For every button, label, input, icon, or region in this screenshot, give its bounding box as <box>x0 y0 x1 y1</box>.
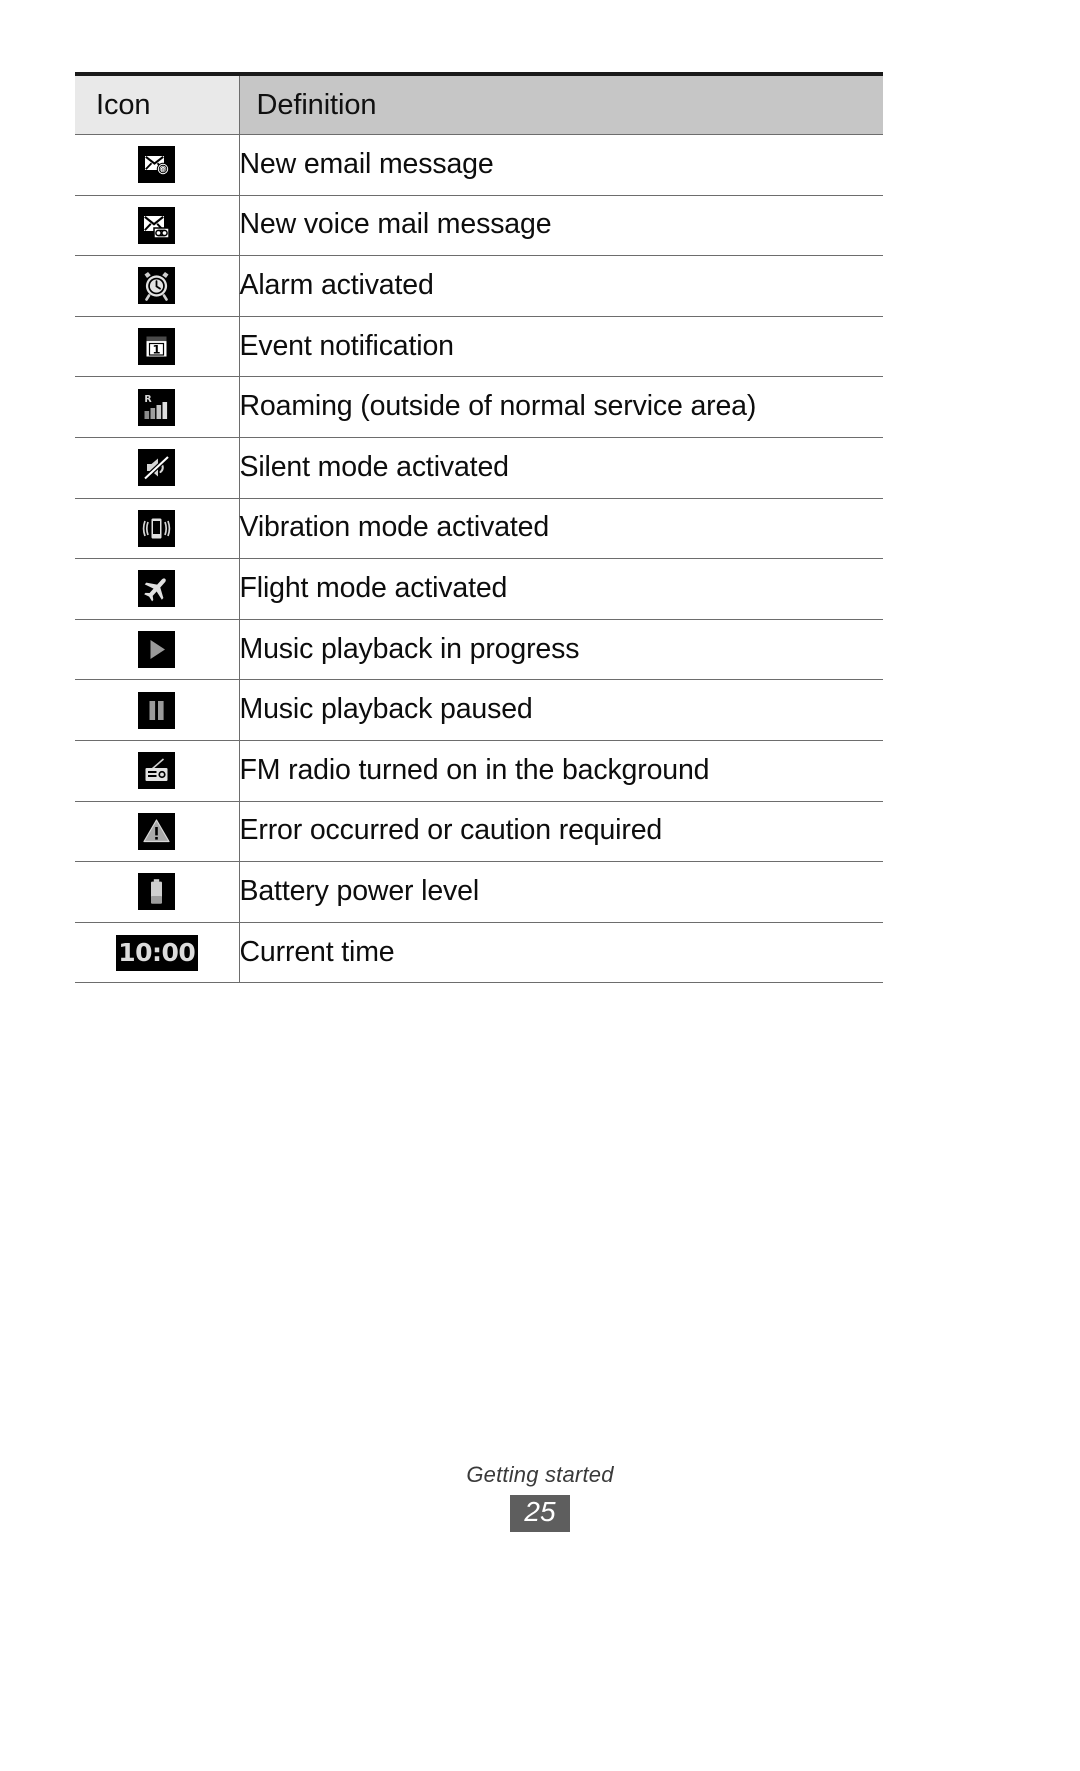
roaming-signal-bars-icon: R <box>138 388 176 426</box>
definition-text: Event notification <box>239 329 455 362</box>
svg-text:@: @ <box>160 166 167 174</box>
table-row: @ New email message <box>75 134 883 196</box>
definition-cell: Battery power level <box>239 861 883 923</box>
icon-cell <box>75 498 240 560</box>
column-header-definition-label: Definition <box>256 88 377 121</box>
page-number: 25 <box>524 1496 556 1527</box>
icon-cell <box>75 861 240 923</box>
definition-text: New voice mail message <box>239 208 552 241</box>
definition-text: Music playback paused <box>239 693 533 726</box>
column-header-definition: Definition <box>239 72 883 135</box>
icon-cell <box>75 801 240 863</box>
table-row: Music playback paused <box>75 679 883 741</box>
definition-text: Current time <box>239 935 395 968</box>
definition-text: Roaming (outside of normal service area) <box>239 390 757 423</box>
icon-cell <box>75 558 240 620</box>
footer-section-title: Getting started <box>466 1462 614 1487</box>
table-row: Flight mode activated <box>75 558 883 620</box>
manual-page: Icon Definition @ New email message New … <box>0 0 1080 1771</box>
definition-text: Battery power level <box>239 874 480 907</box>
status-icon-table: Icon Definition @ New email message New … <box>75 72 883 984</box>
definition-text: FM radio turned on in the background <box>239 753 710 786</box>
table-header-row: Icon Definition <box>75 72 883 135</box>
definition-cell: Music playback in progress <box>239 619 883 681</box>
definition-cell: New email message <box>239 134 883 196</box>
table-row: 1 Event notification <box>75 316 883 378</box>
definition-cell: Roaming (outside of normal service area) <box>239 376 883 438</box>
icon-cell <box>75 437 240 499</box>
definition-cell: Music playback paused <box>239 679 883 741</box>
silent-mute-speaker-icon <box>138 449 176 487</box>
definition-cell: Error occurred or caution required <box>239 801 883 863</box>
new-voice-mail-message-icon <box>138 206 176 244</box>
definition-text: Flight mode activated <box>239 571 508 604</box>
alarm-clock-icon <box>138 267 176 305</box>
definition-text: Music playback in progress <box>239 632 580 665</box>
definition-cell: Alarm activated <box>239 255 883 317</box>
definition-cell: Current time <box>239 922 883 984</box>
warning-triangle-icon <box>138 812 176 850</box>
icon-cell <box>75 195 240 257</box>
table-row: Silent mode activated <box>75 437 883 499</box>
table-row: R Roaming (outside of normal service are… <box>75 376 883 438</box>
icon-cell: 1 <box>75 316 240 378</box>
music-pause-icon <box>138 691 176 729</box>
page-footer: Getting started 25 <box>0 1462 1080 1532</box>
icon-cell <box>75 679 240 741</box>
table-row: Vibration mode activated <box>75 498 883 560</box>
page-number-box: 25 <box>510 1495 570 1532</box>
vibration-phone-icon <box>138 509 176 547</box>
definition-text: New email message <box>239 147 494 180</box>
icon-cell <box>75 740 240 802</box>
calendar-event-icon: 1 <box>138 328 176 366</box>
icon-cell <box>75 255 240 317</box>
definition-cell: New voice mail message <box>239 195 883 257</box>
definition-cell: FM radio turned on in the background <box>239 740 883 802</box>
table-row: Error occurred or caution required <box>75 801 883 863</box>
definition-text: Vibration mode activated <box>239 511 550 544</box>
new-email-message-icon: @ <box>138 146 176 184</box>
definition-text: Silent mode activated <box>239 450 509 483</box>
flight-airplane-icon <box>138 570 176 608</box>
icon-cell <box>75 619 240 681</box>
icon-cell: R <box>75 376 240 438</box>
icon-cell: 10:00 <box>75 922 240 984</box>
column-header-icon: Icon <box>75 72 240 135</box>
table-row: FM radio turned on in the background <box>75 740 883 802</box>
table-row: Music playback in progress <box>75 619 883 681</box>
table-header: Icon Definition <box>75 72 883 135</box>
definition-cell: Flight mode activated <box>239 558 883 620</box>
table-row: Alarm activated <box>75 255 883 317</box>
definition-cell: Silent mode activated <box>239 437 883 499</box>
definition-text: Error occurred or caution required <box>239 814 663 847</box>
definition-cell: Event notification <box>239 316 883 378</box>
table-body: @ New email message New voice mail messa… <box>75 134 883 984</box>
icon-cell: @ <box>75 134 240 196</box>
table-row: 10:00 Current time <box>75 922 883 984</box>
table-row: New voice mail message <box>75 195 883 257</box>
definition-text: Alarm activated <box>239 269 434 302</box>
column-header-icon-label: Icon <box>96 88 151 121</box>
table-row: Battery power level <box>75 861 883 923</box>
battery-level-icon <box>138 873 176 911</box>
svg-text:R: R <box>145 394 153 405</box>
svg-text:1: 1 <box>153 342 161 356</box>
definition-cell: Vibration mode activated <box>239 498 883 560</box>
current-time-badge: 10:00 <box>115 934 198 971</box>
music-play-icon <box>138 631 176 669</box>
fm-radio-icon <box>138 752 176 790</box>
current-time-text: 10:00 <box>118 937 196 967</box>
